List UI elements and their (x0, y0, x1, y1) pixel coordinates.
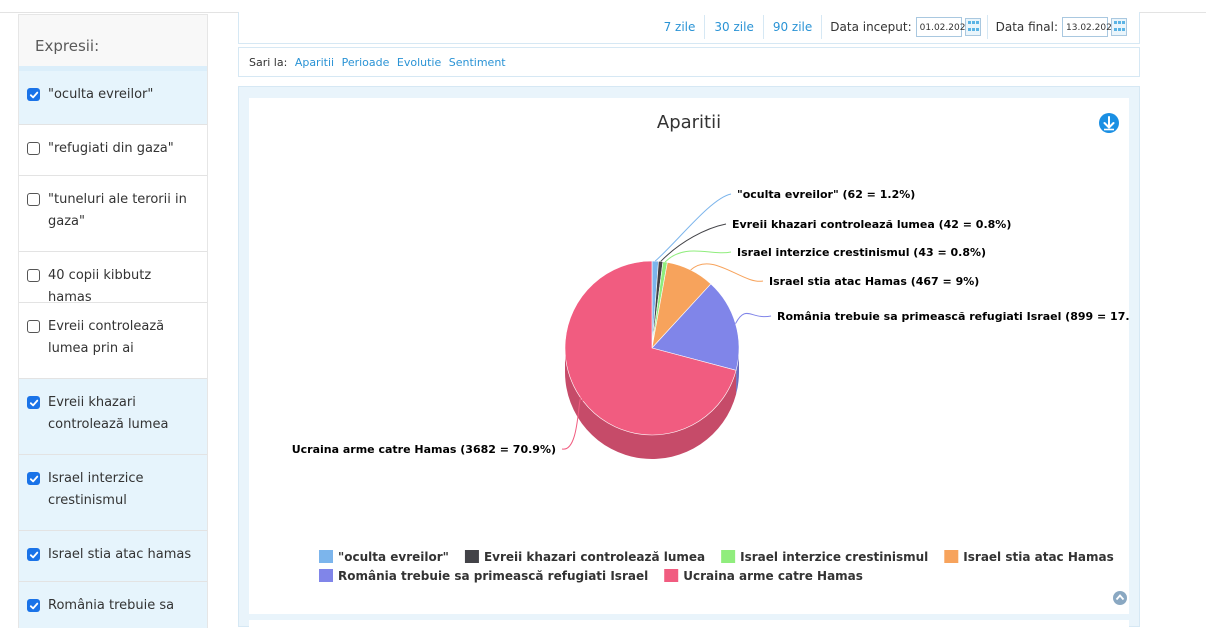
expression-item[interactable]: Evreii controlează lumea prin ai (19, 303, 207, 379)
pie-chart: Aparitii "oculta evreilor" (62 = 1.2%) Ev… (290, 112, 1155, 605)
range-30-days-button[interactable]: 30 zile (704, 15, 762, 39)
sidebar-title: Expresii: (19, 15, 207, 71)
expression-item[interactable]: "refugiati din gaza" (19, 125, 207, 176)
download-icon[interactable] (1099, 113, 1119, 133)
range-7-days-button[interactable]: 7 zile (655, 15, 705, 39)
expression-checkbox[interactable] (27, 320, 40, 333)
legend-label: Evreii khazari controlează lumea (484, 550, 705, 564)
expression-item[interactable]: "oculta evreilor" (19, 71, 207, 125)
expression-label: "refugiati din gaza" (48, 141, 174, 156)
jump-link-aparitii[interactable]: Aparitii (295, 56, 334, 69)
scroll-top-icon[interactable] (1113, 591, 1127, 605)
data-label: Ucraina arme catre Hamas (3682 = 70.9%) (292, 443, 556, 456)
calendar-icon[interactable] (1111, 18, 1127, 36)
expressions-list: "oculta evreilor" "refugiati din gaza" "tu… (19, 71, 207, 628)
legend-swatch (664, 569, 679, 582)
legend-swatch (319, 569, 333, 582)
expression-label: "oculta evreilor" (48, 87, 154, 102)
expression-label: Evreii khazari controlează lumea (48, 395, 169, 432)
date-controls: 7 zile 30 zile 90 zile Data inceput: 01.… (238, 12, 1140, 44)
expression-item[interactable]: Israel stia atac hamas (19, 531, 207, 582)
expression-label: România trebuie sa (48, 598, 175, 613)
expression-label: 40 copii kibbutz hamas (48, 268, 152, 305)
label-connector (735, 312, 772, 324)
start-date-label: Data inceput: (821, 15, 915, 39)
expression-item[interactable]: "tuneluri ale terorii in gaza" (19, 176, 207, 252)
chart-card: Aparitii "oculta evreilor" (62 = 1.2%) Ev… (249, 98, 1155, 614)
jump-link-sentiment[interactable]: Sentiment (449, 56, 506, 69)
chart-legend: "oculta evreilor" Evreii khazari controle… (319, 550, 1114, 583)
expression-checkbox[interactable] (27, 396, 40, 409)
expression-item[interactable]: Evreii khazari controlează lumea (19, 379, 207, 455)
range-90-days-button[interactable]: 90 zile (762, 15, 821, 39)
legend-item[interactable]: Evreii khazari controlează lumea (464, 550, 705, 564)
legend-swatch (319, 550, 333, 563)
jump-link-perioade[interactable]: Perioade (342, 56, 390, 69)
expression-checkbox[interactable] (27, 193, 40, 206)
data-label: Israel interzice crestinismul (43 = 0.8%… (737, 246, 986, 259)
next-panel-edge (249, 620, 1129, 627)
expressions-sidebar: Expresii: "oculta evreilor" "refugiati di… (18, 14, 208, 628)
expression-checkbox[interactable] (27, 269, 40, 282)
jump-label: Sari la: (249, 56, 288, 69)
legend-item[interactable]: Israel stia atac Hamas (944, 550, 1114, 564)
chart-title: Aparitii (657, 112, 721, 133)
legend-swatch (721, 550, 736, 563)
legend-item[interactable]: "oculta evreilor" (319, 550, 449, 564)
calendar-icon[interactable] (964, 18, 981, 36)
data-label: Evreii khazari controlează lumea (42 = 0… (732, 218, 1011, 231)
pie-slices (564, 260, 740, 436)
legend-swatch (464, 550, 479, 563)
label-connector (664, 250, 732, 263)
legend-swatch (944, 550, 959, 563)
expression-label: Israel interzice crestinismul (48, 471, 144, 508)
expression-checkbox[interactable] (27, 599, 40, 612)
data-label: "oculta evreilor" (62 = 1.2%) (737, 188, 915, 201)
label-connector (660, 223, 727, 262)
legend-label: "oculta evreilor" (338, 550, 449, 564)
data-label: Israel stia atac Hamas (467 = 9%) (769, 275, 979, 288)
end-date-label: Data final: (986, 15, 1062, 39)
legend-label: România trebuie sa primească refugiati I… (338, 569, 648, 583)
expression-label: Evreii controlează lumea prin ai (48, 319, 165, 356)
legend-item[interactable]: Ucraina arme catre Hamas (664, 569, 863, 583)
legend-item[interactable]: România trebuie sa primească refugiati I… (319, 569, 648, 583)
expression-checkbox[interactable] (27, 142, 40, 155)
legend-label: Israel stia atac Hamas (963, 550, 1113, 564)
start-date-input[interactable]: 01.02.2024 (915, 17, 971, 37)
legend-item[interactable]: Israel interzice crestinismul (721, 550, 928, 564)
expression-label: Israel stia atac hamas (48, 547, 192, 562)
jump-link-evolutie[interactable]: Evolutie (397, 56, 441, 69)
expression-item[interactable]: 40 copii kibbutz hamas (19, 252, 207, 305)
data-label: România trebuie sa primească refugiati I… (777, 310, 1129, 323)
expression-checkbox[interactable] (27, 88, 40, 101)
end-date-input[interactable]: 13.02.2025 (1062, 17, 1118, 37)
expression-item[interactable]: Israel interzice crestinismul (19, 455, 207, 531)
expression-checkbox[interactable] (27, 472, 40, 485)
legend-label: Ucraina arme catre Hamas (683, 569, 863, 583)
legend-label: Israel interzice crestinismul (740, 550, 928, 564)
expression-label: "tuneluri ale terorii in gaza" (48, 192, 187, 229)
jump-to-bar: Sari la: Aparitii Perioade Evolutie Sent… (238, 47, 1140, 77)
expression-item[interactable]: România trebuie sa (19, 582, 207, 628)
expression-checkbox[interactable] (27, 548, 40, 561)
